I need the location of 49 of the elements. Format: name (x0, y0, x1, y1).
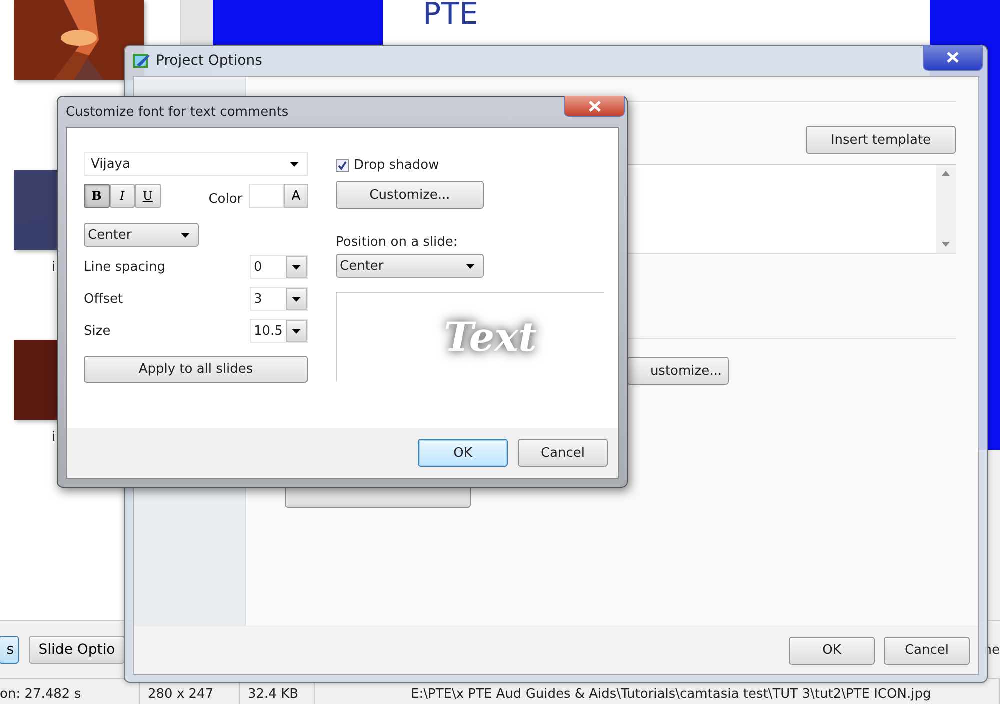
caret-icon (181, 232, 190, 238)
field-label: Position on a slide: (336, 235, 459, 250)
number-field[interactable]: 3 (250, 287, 308, 311)
field-label: Size (84, 324, 111, 338)
dialog-title: Customize font for text comments (66, 104, 289, 120)
scroll-down-icon (942, 242, 950, 247)
slide-text: PTE (423, 0, 478, 32)
thumbnail-caption: i (52, 260, 56, 275)
caret-icon (466, 264, 475, 268)
field-label: Offset (84, 292, 124, 306)
dialog-button[interactable]: Cancel (884, 636, 970, 664)
close-button[interactable] (923, 45, 983, 71)
color-label: Color (208, 192, 243, 206)
close-button[interactable] (564, 96, 625, 117)
customize-button[interactable]: ustomize... (627, 357, 729, 385)
caret-icon (292, 296, 301, 302)
apply-button[interactable]: Apply to all slides (84, 356, 308, 383)
dialog-button[interactable]: Cancel (518, 439, 608, 467)
preview-text: Text (444, 314, 537, 361)
customize-button[interactable]: Customize... (336, 181, 484, 209)
caret-icon (290, 162, 299, 166)
caret-icon (292, 328, 301, 334)
thumbnail-caption: i (52, 430, 56, 445)
close-icon (588, 100, 600, 112)
scroll-up-icon (942, 171, 950, 176)
close-icon (947, 52, 959, 63)
number-field[interactable]: 0 (250, 255, 308, 279)
font-dropdown[interactable]: Vijaya (84, 152, 308, 176)
color-swatch[interactable] (248, 184, 284, 208)
alignment-dropdown[interactable]: Center (84, 223, 199, 247)
checkbox-label: Drop shadow (354, 158, 440, 172)
number-field[interactable]: 10.5 (250, 319, 308, 343)
checkbox[interactable] (336, 158, 349, 172)
font-style-button[interactable]: B (84, 184, 110, 208)
scrollbar[interactable] (936, 165, 956, 253)
caret-icon (292, 264, 301, 270)
window-title: Project Options (156, 53, 262, 69)
font-style-button[interactable]: U (135, 184, 161, 208)
toolbar-button[interactable]: s (0, 636, 19, 664)
check-icon (338, 160, 347, 170)
dialog-button[interactable]: OK (418, 439, 508, 467)
app-icon (133, 53, 150, 69)
field-label: Line spacing (84, 260, 166, 274)
dialog-button[interactable]: OK (789, 636, 875, 664)
font-style-button[interactable]: I (110, 184, 136, 208)
color-button[interactable]: A (284, 184, 308, 208)
insert-template-button[interactable]: Insert template (806, 126, 956, 154)
position-dropdown[interactable]: Center (336, 254, 484, 278)
toolbar-button[interactable]: Slide Optio (29, 636, 125, 664)
